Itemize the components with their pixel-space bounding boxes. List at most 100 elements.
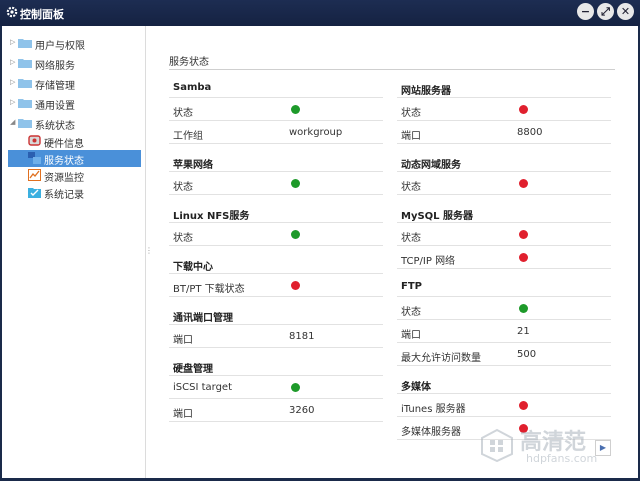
- status-row: 端口 8800: [397, 123, 611, 143]
- status-row: 状态: [397, 174, 611, 194]
- group-heading: 下载中心: [173, 262, 213, 273]
- status-value: 8800: [517, 127, 543, 138]
- maximize-button[interactable]: ⤢: [597, 3, 614, 20]
- expand-arrow-icon[interactable]: ▷: [10, 78, 15, 86]
- sidebar-item-users[interactable]: ▷ 用户与权限: [2, 34, 145, 52]
- expand-arrow-icon[interactable]: ▷: [10, 98, 15, 106]
- status-label: 状态: [401, 182, 421, 193]
- watermark-logo-icon: [481, 428, 513, 462]
- sidebar-child-label: 硬件信息: [44, 139, 84, 150]
- sidebar: ▷ 用户与权限 ▷ 网络服务 ▷ 存储管理 ▷ 通用设置 ◢ 系统状态 硬件信息: [2, 26, 146, 478]
- splitter-handle[interactable]: ⋮: [145, 246, 153, 260]
- folder-icon: [18, 99, 32, 108]
- status-label: iSCSI target: [173, 382, 232, 393]
- minimize-button[interactable]: −: [577, 3, 594, 20]
- sidebar-child-monitor[interactable]: 资源监控: [8, 167, 141, 184]
- row-divider: [397, 319, 611, 320]
- group-heading: 多媒体: [401, 382, 431, 393]
- sidebar-child-label: 服务状态: [44, 156, 84, 167]
- row-divider: [169, 143, 383, 144]
- row-divider: [397, 171, 611, 172]
- status-dot-green: [519, 304, 528, 313]
- status-label: 状态: [401, 108, 421, 119]
- sidebar-item-label: 通用设置: [35, 101, 75, 112]
- status-row: BT/PT 下载状态: [169, 276, 383, 296]
- row-divider: [397, 393, 611, 394]
- status-value: 3260: [289, 405, 315, 416]
- gear-icon: [6, 6, 18, 18]
- row-divider: [397, 222, 611, 223]
- status-row: iSCSI target: [169, 378, 383, 398]
- window-title: 控制面板: [20, 8, 64, 21]
- status-value: workgroup: [289, 127, 343, 138]
- monitor-icon: [28, 169, 41, 181]
- row-divider: [169, 324, 383, 325]
- status-row: iTunes 服务器: [397, 396, 611, 416]
- service-status-panel: 服务状态 Samba 状态 工作组 workgroup 苹果网络 状态 Linux NFS服…: [169, 26, 619, 478]
- group-heading: 网站服务器: [401, 86, 451, 97]
- status-row: 状态: [397, 100, 611, 120]
- row-divider: [397, 342, 611, 343]
- sidebar-child-label: 系统记录: [44, 190, 84, 201]
- group-heading: 通讯端口管理: [173, 313, 233, 324]
- scroll-right-button[interactable]: ▶: [595, 440, 611, 456]
- sidebar-item-label: 系统状态: [35, 121, 75, 132]
- row-divider: [397, 416, 611, 417]
- title-bar: 控制面板 − ⤢ ✕: [0, 0, 640, 26]
- status-label: 端口: [173, 409, 193, 420]
- row-divider: [397, 245, 611, 246]
- sidebar-child-logs[interactable]: 系统记录: [8, 184, 141, 201]
- row-divider: [397, 143, 611, 144]
- close-button[interactable]: ✕: [617, 3, 634, 20]
- folder-icon: [18, 39, 32, 48]
- sidebar-child-hardware[interactable]: 硬件信息: [8, 133, 141, 150]
- row-divider: [169, 171, 383, 172]
- status-label: 状态: [173, 233, 193, 244]
- sidebar-item-network[interactable]: ▷ 网络服务: [2, 54, 145, 72]
- status-dot-green: [291, 105, 300, 114]
- sidebar-child-services[interactable]: 服务状态: [8, 150, 141, 167]
- status-value: 500: [517, 349, 537, 360]
- group-heading: MySQL 服务器: [401, 211, 474, 222]
- row-divider: [169, 296, 383, 297]
- status-dot-red: [519, 230, 528, 239]
- collapse-arrow-icon[interactable]: ◢: [10, 118, 15, 126]
- status-dot-red: [519, 253, 528, 262]
- hardware-icon: [28, 135, 41, 146]
- row-divider: [169, 120, 383, 121]
- status-label: 工作组: [173, 131, 203, 142]
- status-label: 状态: [401, 307, 421, 318]
- row-divider: [169, 398, 383, 399]
- status-label: 状态: [173, 108, 193, 119]
- status-label: TCP/IP 网络: [401, 256, 456, 267]
- status-label: 最大允许访问数量: [401, 353, 481, 364]
- status-row: 状态: [169, 174, 383, 194]
- row-divider: [169, 194, 383, 195]
- row-divider: [169, 97, 383, 98]
- status-dot-green: [291, 179, 300, 188]
- expand-arrow-icon[interactable]: ▷: [10, 58, 15, 66]
- sidebar-item-system-status[interactable]: ◢ 系统状态: [2, 114, 145, 132]
- status-dot-red: [519, 179, 528, 188]
- folder-icon: [18, 79, 32, 88]
- sidebar-item-label: 用户与权限: [35, 41, 85, 52]
- status-value: 21: [517, 326, 530, 337]
- group-heading: FTP: [401, 281, 422, 292]
- status-row: 状态: [397, 225, 611, 245]
- control-panel-window: ▷ 用户与权限 ▷ 网络服务 ▷ 存储管理 ▷ 通用设置 ◢ 系统状态 硬件信息: [2, 26, 638, 478]
- expand-arrow-icon[interactable]: ▷: [10, 38, 15, 46]
- status-row: 状态: [169, 100, 383, 120]
- status-label: 端口: [401, 131, 421, 142]
- services-icon: [28, 152, 41, 164]
- status-row: 最大允许访问数量 500: [397, 345, 611, 365]
- page-title: 服务状态: [169, 57, 209, 68]
- status-dot-red: [291, 281, 300, 290]
- status-row: 端口 21: [397, 322, 611, 342]
- sidebar-item-storage[interactable]: ▷ 存储管理: [2, 74, 145, 92]
- status-dot-red: [519, 105, 528, 114]
- group-heading: 苹果网络: [173, 160, 213, 171]
- row-divider: [169, 245, 383, 246]
- status-label: 多媒体服务器: [401, 427, 461, 438]
- sidebar-item-general[interactable]: ▷ 通用设置: [2, 94, 145, 112]
- row-divider: [397, 365, 611, 366]
